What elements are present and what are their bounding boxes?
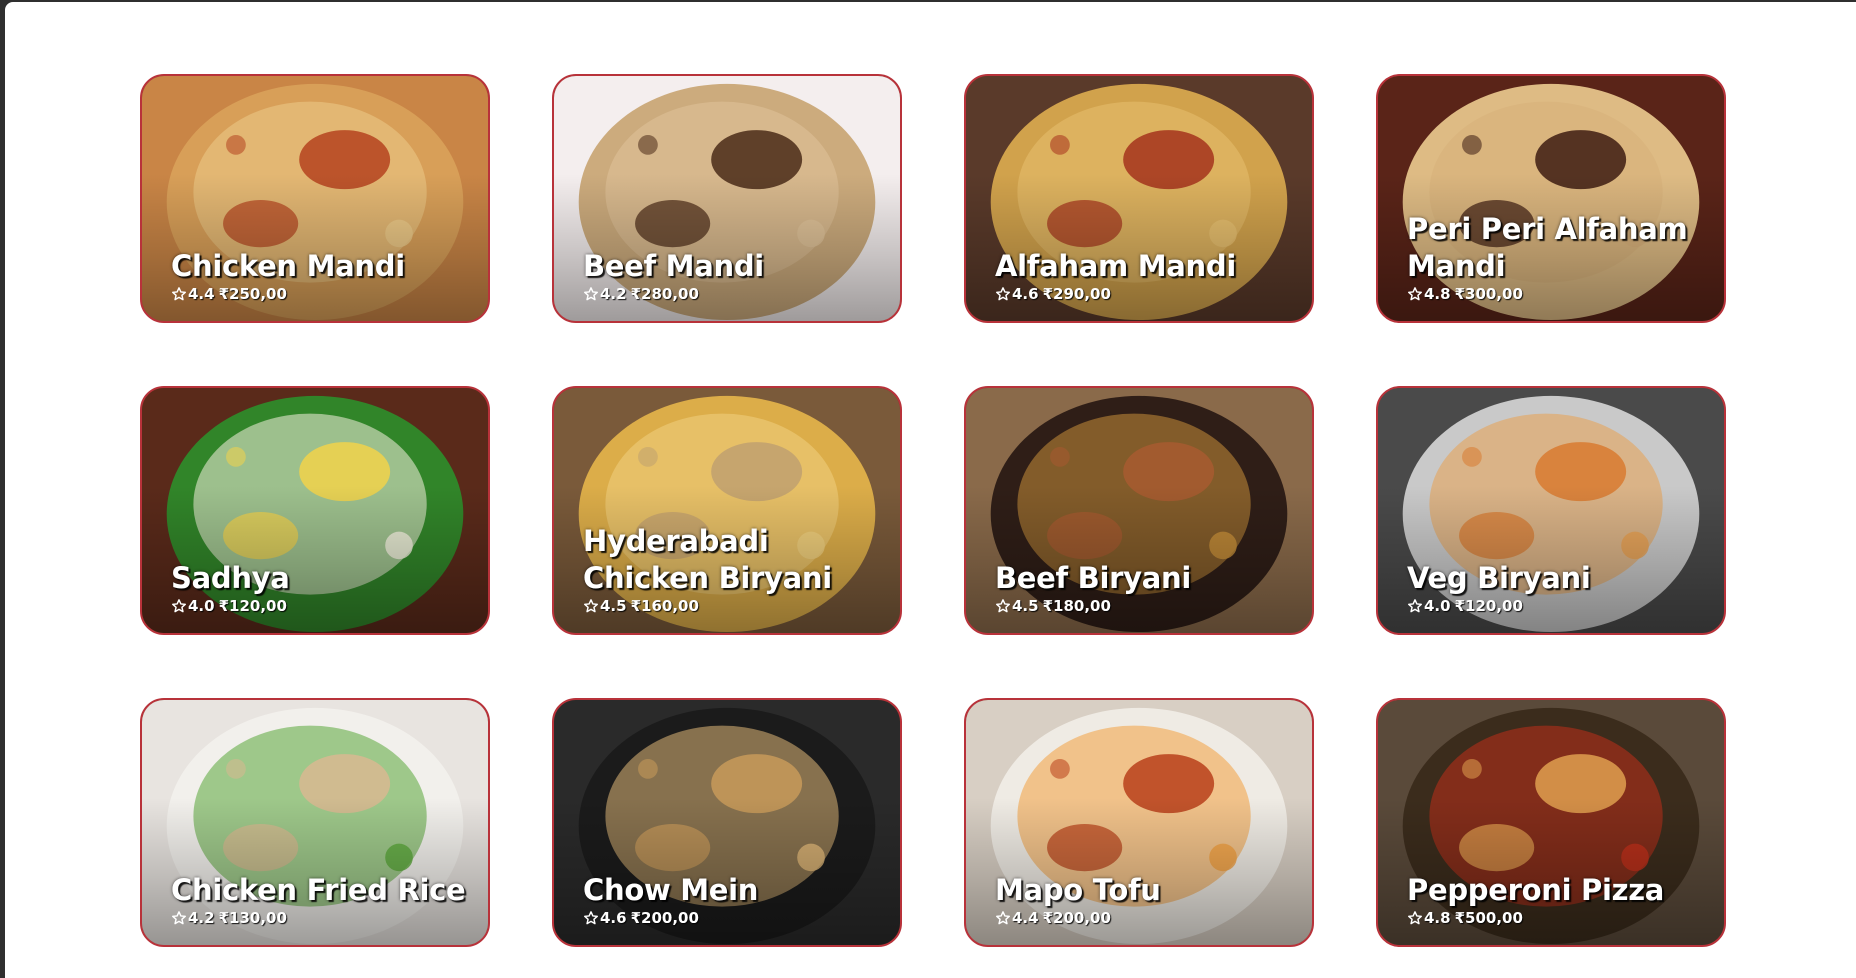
dish-rating: 4.0 (1424, 597, 1451, 615)
star-outline-icon (1407, 598, 1423, 614)
menu-item-card[interactable]: Chicken Mandi 4.4 ₹250,00 (140, 74, 490, 323)
dish-meta: 4.2 ₹280,00 (583, 285, 882, 303)
dish-name: Alfaham Mandi (995, 249, 1236, 283)
dish-rating: 4.2 (188, 909, 215, 927)
dish-price: ₹120,00 (218, 597, 287, 615)
dish-rating: 4.5 (1012, 597, 1039, 615)
star-outline-icon (171, 286, 187, 302)
dish-meta: 4.8 ₹300,00 (1407, 285, 1706, 303)
star-outline-icon (995, 286, 1011, 302)
card-caption: Chow Mein 4.6 ₹200,00 (583, 872, 882, 927)
star-outline-icon (171, 598, 187, 614)
menu-item-card[interactable]: Alfaham Mandi 4.6 ₹290,00 (964, 74, 1314, 323)
card-caption: Peri Peri Alfaham Mandi 4.8 ₹300,00 (1407, 211, 1706, 303)
star-outline-icon (1407, 910, 1423, 926)
dish-name: Chicken Mandi (171, 249, 405, 283)
dish-meta: 4.5 ₹180,00 (995, 597, 1294, 615)
dish-price: ₹130,00 (218, 909, 287, 927)
dish-name: Peri Peri Alfaham Mandi (1407, 212, 1688, 283)
dish-price: ₹280,00 (630, 285, 699, 303)
dish-price: ₹180,00 (1042, 597, 1111, 615)
star-outline-icon (995, 598, 1011, 614)
card-caption: Mapo Tofu 4.4 ₹200,00 (995, 872, 1294, 927)
dish-rating: 4.4 (188, 285, 215, 303)
dish-rating: 4.5 (600, 597, 627, 615)
dish-name: Hyderabadi Chicken Biryani (583, 524, 832, 595)
card-caption: Beef Mandi 4.2 ₹280,00 (583, 248, 882, 303)
dish-price: ₹290,00 (1042, 285, 1111, 303)
card-caption: Chicken Fried Rice 4.2 ₹130,00 (171, 872, 470, 927)
dish-meta: 4.5 ₹160,00 (583, 597, 882, 615)
dish-price: ₹120,00 (1454, 597, 1523, 615)
dish-meta: 4.6 ₹200,00 (583, 909, 882, 927)
menu-item-card[interactable]: Chow Mein 4.6 ₹200,00 (552, 698, 902, 947)
star-outline-icon (995, 910, 1011, 926)
menu-item-card[interactable]: Beef Mandi 4.2 ₹280,00 (552, 74, 902, 323)
dish-price: ₹200,00 (1042, 909, 1111, 927)
dish-meta: 4.8 ₹500,00 (1407, 909, 1706, 927)
menu-item-card[interactable]: Hyderabadi Chicken Biryani 4.5 ₹160,00 (552, 386, 902, 635)
dish-meta: 4.4 ₹250,00 (171, 285, 470, 303)
dish-name: Chow Mein (583, 873, 759, 907)
dish-meta: 4.4 ₹200,00 (995, 909, 1294, 927)
menu-item-card[interactable]: Peri Peri Alfaham Mandi 4.8 ₹300,00 (1376, 74, 1726, 323)
dish-price: ₹300,00 (1454, 285, 1523, 303)
dish-name: Mapo Tofu (995, 873, 1161, 907)
dish-name: Beef Biryani (995, 561, 1191, 595)
dish-price: ₹500,00 (1454, 909, 1523, 927)
dish-rating: 4.4 (1012, 909, 1039, 927)
card-caption: Beef Biryani 4.5 ₹180,00 (995, 560, 1294, 615)
star-outline-icon (1407, 286, 1423, 302)
star-outline-icon (583, 910, 599, 926)
menu-item-card[interactable]: Pepperoni Pizza 4.8 ₹500,00 (1376, 698, 1726, 947)
menu-item-card[interactable]: Sadhya 4.0 ₹120,00 (140, 386, 490, 635)
card-caption: Chicken Mandi 4.4 ₹250,00 (171, 248, 470, 303)
dish-rating: 4.6 (600, 909, 627, 927)
menu-item-card[interactable]: Beef Biryani 4.5 ₹180,00 (964, 386, 1314, 635)
menu-grid: Chicken Mandi 4.4 ₹250,00 Beef Mandi 4.2… (140, 74, 1726, 947)
app-window: Chicken Mandi 4.4 ₹250,00 Beef Mandi 4.2… (5, 2, 1856, 978)
dish-name: Veg Biryani (1407, 561, 1591, 595)
dish-price: ₹200,00 (630, 909, 699, 927)
menu-item-card[interactable]: Mapo Tofu 4.4 ₹200,00 (964, 698, 1314, 947)
dish-rating: 4.6 (1012, 285, 1039, 303)
star-outline-icon (583, 286, 599, 302)
dish-rating: 4.0 (188, 597, 215, 615)
card-caption: Sadhya 4.0 ₹120,00 (171, 560, 470, 615)
dish-name: Chicken Fried Rice (171, 873, 466, 907)
card-caption: Hyderabadi Chicken Biryani 4.5 ₹160,00 (583, 523, 882, 615)
dish-name: Beef Mandi (583, 249, 764, 283)
dish-rating: 4.8 (1424, 285, 1451, 303)
dish-meta: 4.0 ₹120,00 (171, 597, 470, 615)
menu-item-card[interactable]: Chicken Fried Rice 4.2 ₹130,00 (140, 698, 490, 947)
dish-name: Sadhya (171, 561, 290, 595)
dish-name: Pepperoni Pizza (1407, 873, 1665, 907)
dish-meta: 4.6 ₹290,00 (995, 285, 1294, 303)
dish-price: ₹160,00 (630, 597, 699, 615)
dish-rating: 4.8 (1424, 909, 1451, 927)
dish-meta: 4.2 ₹130,00 (171, 909, 470, 927)
menu-item-card[interactable]: Veg Biryani 4.0 ₹120,00 (1376, 386, 1726, 635)
card-caption: Alfaham Mandi 4.6 ₹290,00 (995, 248, 1294, 303)
star-outline-icon (583, 598, 599, 614)
dish-rating: 4.2 (600, 285, 627, 303)
dish-meta: 4.0 ₹120,00 (1407, 597, 1706, 615)
star-outline-icon (171, 910, 187, 926)
card-caption: Pepperoni Pizza 4.8 ₹500,00 (1407, 872, 1706, 927)
card-caption: Veg Biryani 4.0 ₹120,00 (1407, 560, 1706, 615)
dish-price: ₹250,00 (218, 285, 287, 303)
